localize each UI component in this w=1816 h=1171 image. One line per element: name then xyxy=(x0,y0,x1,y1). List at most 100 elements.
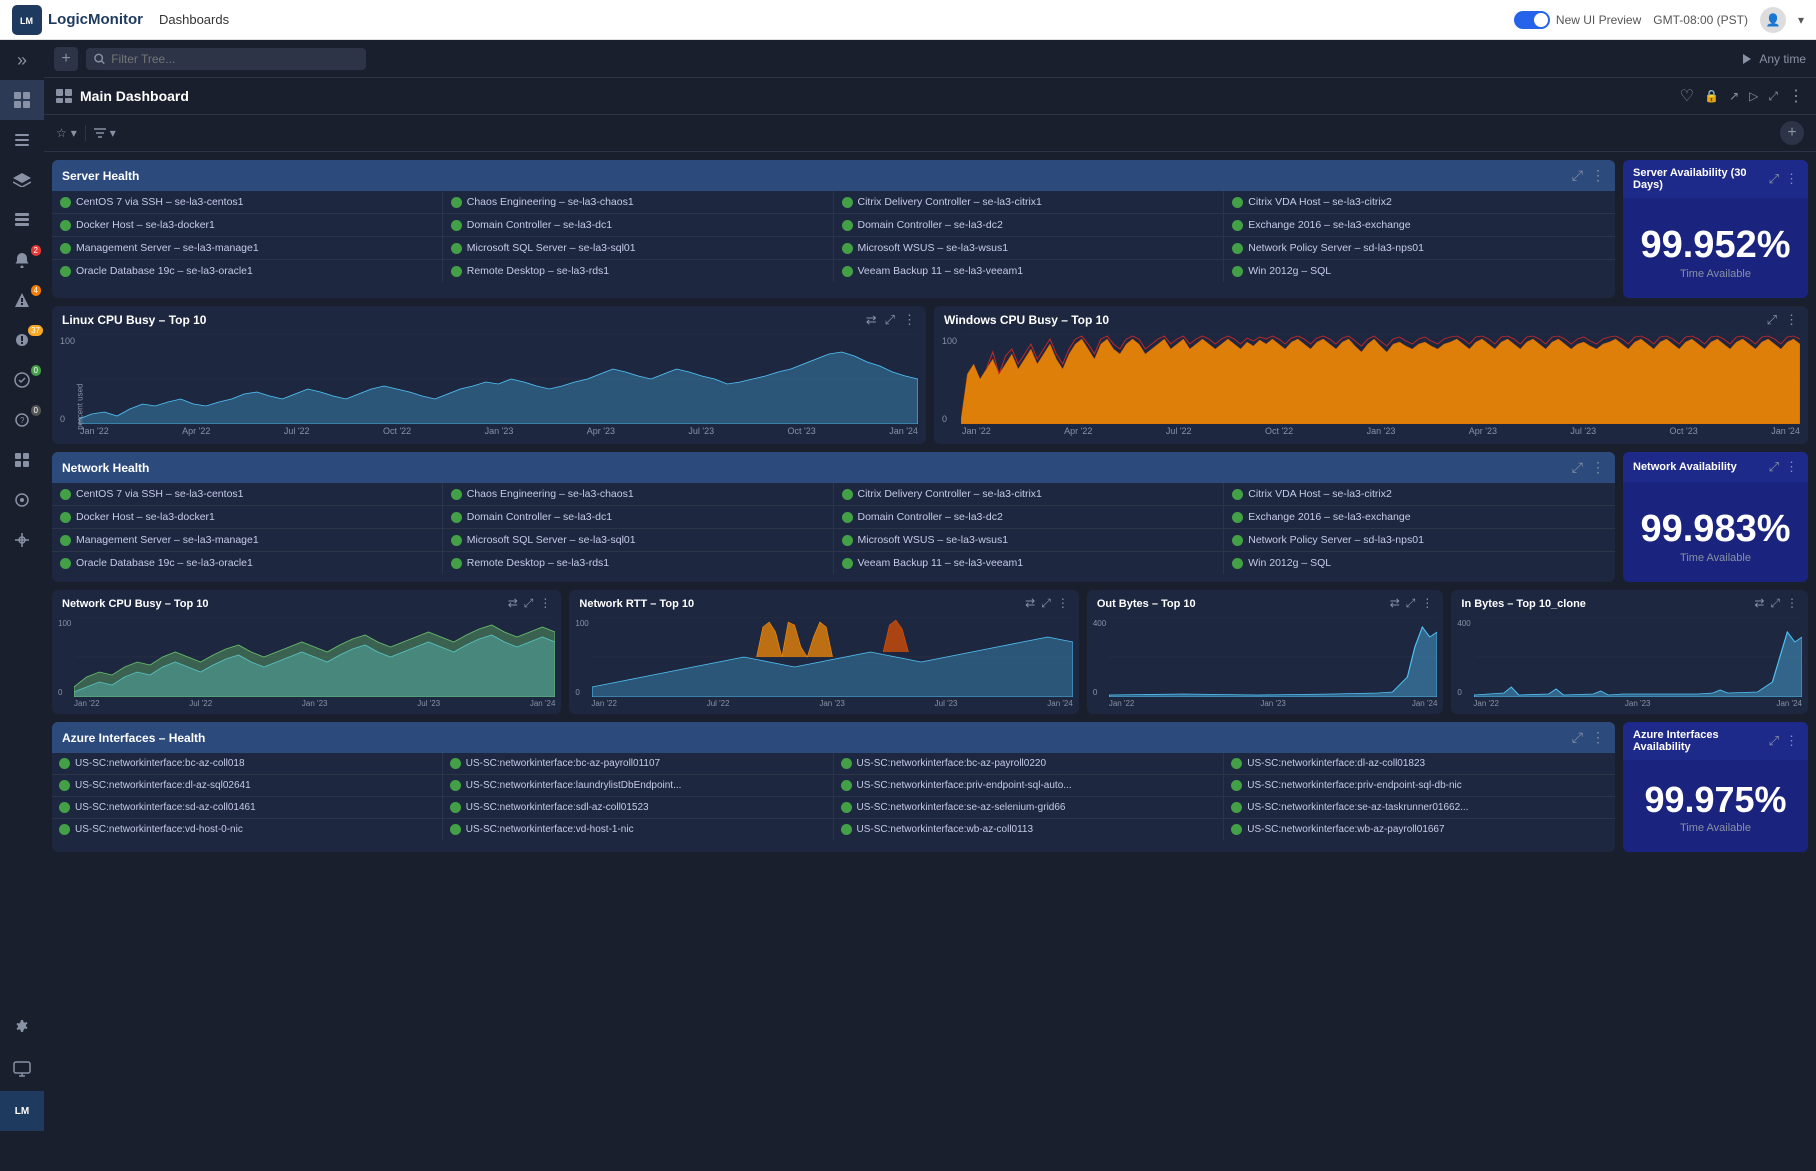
sidebar-item-dashboards[interactable] xyxy=(0,440,44,480)
sidebar-item-ok[interactable]: 0 xyxy=(0,360,44,400)
sidebar-item-integrations[interactable] xyxy=(0,520,44,560)
play-icon xyxy=(1741,53,1753,65)
ok-icon xyxy=(14,372,30,388)
more-btn[interactable]: ⋮ xyxy=(1788,86,1804,106)
filter-btn[interactable]: ▾ xyxy=(94,126,116,140)
status-dot xyxy=(1231,758,1242,769)
azure-avail-more[interactable]: ⋮ xyxy=(1785,733,1798,749)
server-avail-expand[interactable]: ⤢ xyxy=(1769,171,1779,187)
list-item: US-SC:networkinterface:sdl-az-coll01523 xyxy=(443,797,834,819)
status-dot xyxy=(60,512,71,523)
star-btn[interactable]: ☆▾ xyxy=(56,126,77,140)
server-health-more[interactable]: ⋮ xyxy=(1591,167,1605,184)
expand-btn[interactable]: ⤢ xyxy=(1768,89,1778,104)
azure-avail-expand[interactable]: ⤢ xyxy=(1769,733,1779,749)
status-dot xyxy=(1231,824,1242,835)
rtt-more[interactable]: ⋮ xyxy=(1057,596,1069,611)
sidebar-item-layers[interactable] xyxy=(0,160,44,200)
x-label: Apr '22 xyxy=(1064,426,1092,436)
x-label: Oct '22 xyxy=(383,426,411,436)
sidebar-expand-btn[interactable]: » xyxy=(0,40,44,80)
out-bytes-expand[interactable]: ⤢ xyxy=(1406,596,1416,611)
status-dot xyxy=(841,824,852,835)
in-bytes-more[interactable]: ⋮ xyxy=(1786,596,1798,611)
out-bytes-more[interactable]: ⋮ xyxy=(1421,596,1433,611)
health-item-label: CentOS 7 via SSH – se-la3-centos1 xyxy=(76,488,244,500)
share-btn[interactable]: ↗ xyxy=(1729,89,1739,103)
lock-btn[interactable]: 🔒 xyxy=(1704,89,1719,103)
list-item: US-SC:networkinterface:vd-host-0-nic xyxy=(52,819,443,840)
in-bytes-expand[interactable]: ⤢ xyxy=(1770,596,1780,611)
sidebar-item-warnings[interactable]: 4 xyxy=(0,280,44,320)
toggle-switch[interactable] xyxy=(1514,11,1550,29)
health-item-label: Win 2012g – SQL xyxy=(1248,557,1331,569)
health-item-label: Chaos Engineering – se-la3-chaos1 xyxy=(467,196,634,208)
rtt-expand[interactable]: ⤢ xyxy=(1041,596,1051,611)
linux-cpu-actions: ⇄ ⤢ ⋮ xyxy=(866,312,916,328)
windows-svg-container xyxy=(961,334,1800,424)
status-dot xyxy=(842,220,853,231)
network-avail-header: Network Availability ⤢ ⋮ xyxy=(1623,452,1808,482)
net-cpu-expand[interactable]: ⤢ xyxy=(524,596,534,611)
sidebar-item-network[interactable] xyxy=(0,480,44,520)
health-item-label: Network Policy Server – sd-la3-nps01 xyxy=(1248,242,1424,254)
x-label: Jan '22 xyxy=(1473,699,1499,708)
search-box[interactable] xyxy=(86,48,366,70)
sidebar-item-alerts[interactable]: 2 xyxy=(0,240,44,280)
network-rtt-header: Network RTT – Top 10 ⇄ ⤢ ⋮ xyxy=(569,590,1078,617)
favorite-btn[interactable]: ♡ xyxy=(1680,86,1694,106)
health-item-label: Domain Controller – se-la3-dc2 xyxy=(858,511,1003,523)
health-item-label: Citrix Delivery Controller – se-la3-citr… xyxy=(858,488,1042,500)
server-health-expand[interactable]: ⤢ xyxy=(1572,167,1583,184)
x-axis: Jan '22 Jul '22 Jan '23 Jul '23 Jan '24 xyxy=(591,699,1072,708)
server-avail-more[interactable]: ⋮ xyxy=(1785,171,1798,187)
azure-health-more[interactable]: ⋮ xyxy=(1591,729,1605,746)
net-cpu-refresh[interactable]: ⇄ xyxy=(508,596,518,611)
in-chart-content: 400 0 xyxy=(1457,617,1802,697)
search-input[interactable] xyxy=(111,52,358,66)
user-avatar[interactable]: 👤 xyxy=(1760,7,1786,33)
network-avail-more[interactable]: ⋮ xyxy=(1785,459,1798,475)
new-ui-toggle[interactable]: New UI Preview xyxy=(1514,11,1641,29)
play-btn[interactable]: ▷ xyxy=(1749,89,1758,103)
sidebar-item-resources[interactable] xyxy=(0,120,44,160)
sidebar-item-settings[interactable] xyxy=(0,1007,44,1047)
y-axis: 400 0 xyxy=(1457,617,1473,697)
sidebar-item-grid[interactable] xyxy=(0,80,44,120)
add-tab-btn[interactable]: + xyxy=(54,47,78,71)
status-dot xyxy=(59,780,70,791)
net-cpu-more[interactable]: ⋮ xyxy=(539,596,551,611)
health-item-label: Domain Controller – se-la3-dc1 xyxy=(467,511,612,523)
azure-item-label: US-SC:networkinterface:sd-az-coll01461 xyxy=(75,802,256,813)
windows-cpu-more[interactable]: ⋮ xyxy=(1785,312,1798,328)
health-item-label: Domain Controller – se-la3-dc1 xyxy=(467,219,612,231)
sidebar-item-list[interactable] xyxy=(0,200,44,240)
status-dot xyxy=(1232,266,1243,277)
in-bytes-refresh[interactable]: ⇄ xyxy=(1754,596,1764,611)
windows-cpu-expand[interactable]: ⤢ xyxy=(1767,312,1777,328)
x-label: Jan '22 xyxy=(591,699,617,708)
status-dot xyxy=(1232,243,1243,254)
network-health-more[interactable]: ⋮ xyxy=(1591,459,1605,476)
linux-cpu-more[interactable]: ⋮ xyxy=(903,312,916,328)
add-widget-btn[interactable]: + xyxy=(1780,121,1804,145)
network-health-grid: CentOS 7 via SSH – se-la3-centos1 Chaos … xyxy=(52,483,1615,574)
status-dot xyxy=(841,780,852,791)
linux-cpu-expand[interactable]: ⤢ xyxy=(885,312,895,328)
rtt-refresh[interactable]: ⇄ xyxy=(1025,596,1035,611)
azure-health-expand[interactable]: ⤢ xyxy=(1572,729,1583,746)
network-avail-expand[interactable]: ⤢ xyxy=(1769,459,1779,475)
status-dot xyxy=(60,220,71,231)
list-item: US-SC:networkinterface:se-az-taskrunner0… xyxy=(1224,797,1615,819)
sidebar-item-critical[interactable]: 37 xyxy=(0,320,44,360)
network-health-expand[interactable]: ⤢ xyxy=(1572,459,1583,476)
out-bytes-refresh[interactable]: ⇄ xyxy=(1390,596,1400,611)
sidebar-item-unknown[interactable]: ? 0 xyxy=(0,400,44,440)
user-chevron[interactable]: ▾ xyxy=(1798,13,1804,27)
nav-dashboards[interactable]: Dashboards xyxy=(159,12,229,27)
linux-cpu-refresh[interactable]: ⇄ xyxy=(866,312,877,328)
ok-badge: 0 xyxy=(31,365,41,376)
sidebar-item-monitor[interactable] xyxy=(0,1047,44,1091)
azure-item-label: US-SC:networkinterface:priv-endpoint-sql… xyxy=(857,780,1072,791)
any-time-btn[interactable]: Any time xyxy=(1741,52,1806,66)
